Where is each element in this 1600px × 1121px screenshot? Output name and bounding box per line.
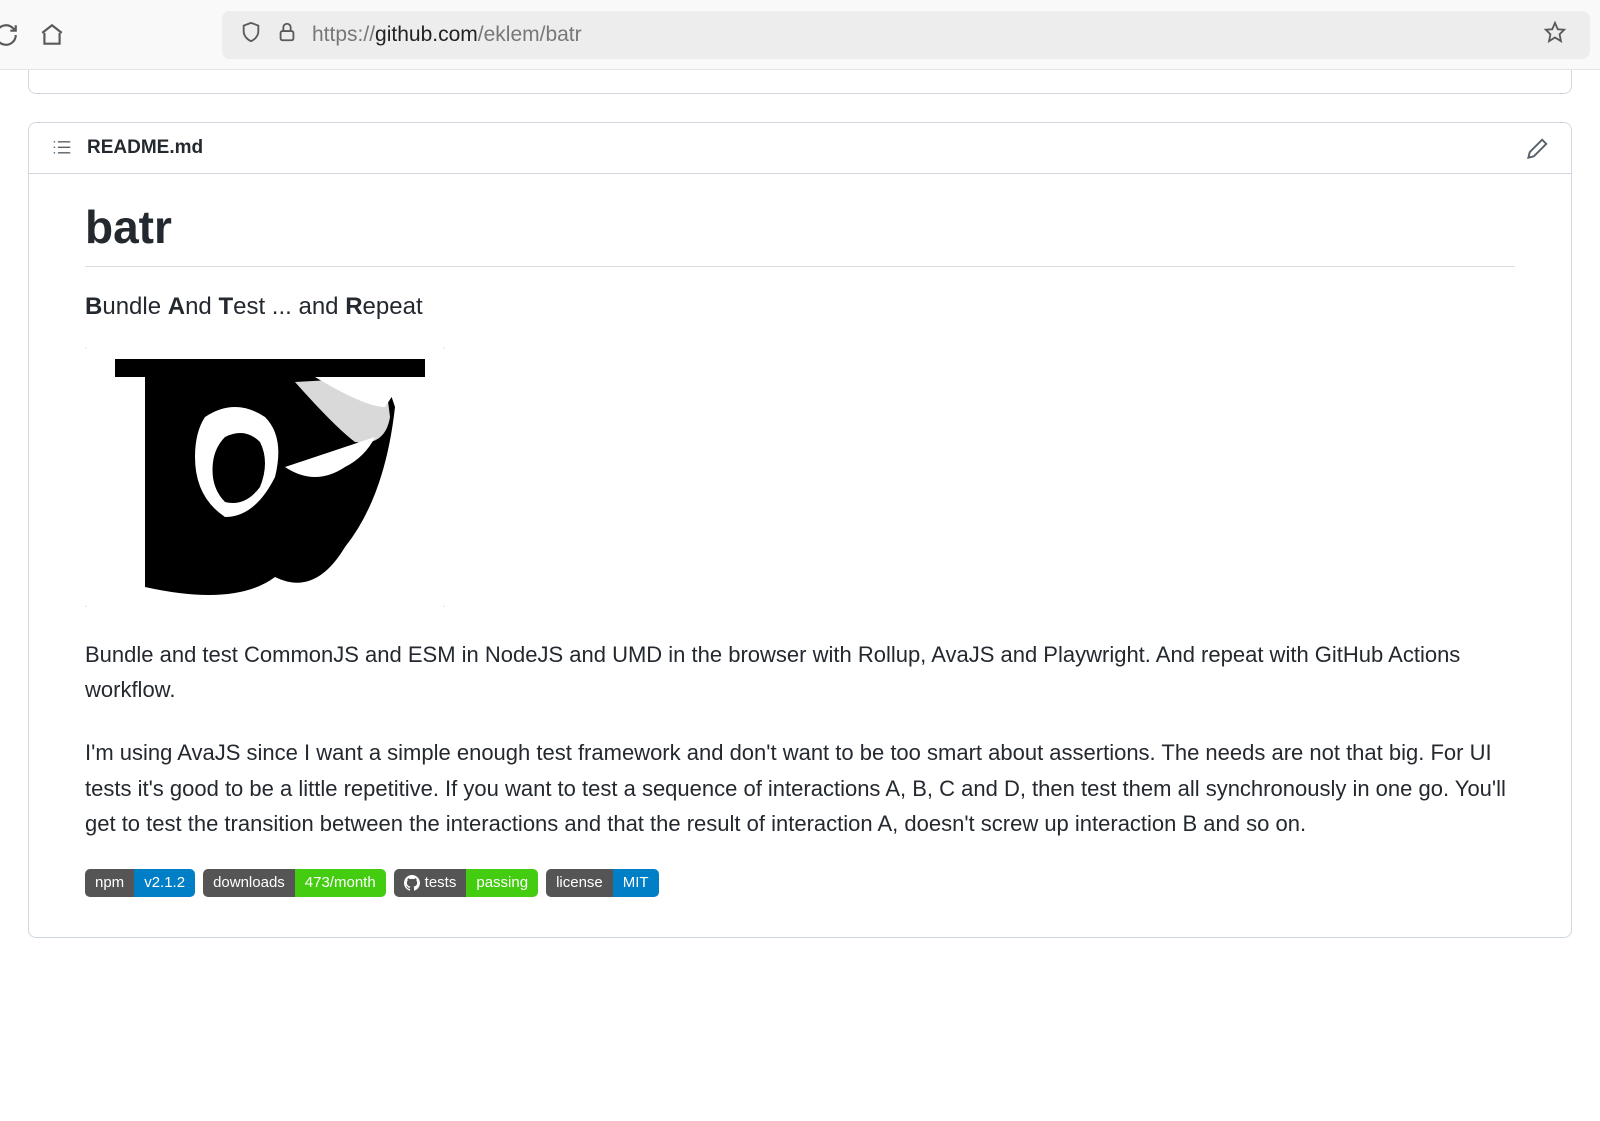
badge-npm[interactable]: npmv2.1.2 xyxy=(85,869,195,897)
badges-row: npmv2.1.2 downloads473/month testspassing l… xyxy=(85,869,1515,897)
toc-icon[interactable] xyxy=(51,137,73,159)
readme-filename[interactable]: README.md xyxy=(87,137,203,159)
badge-tests[interactable]: testspassing xyxy=(394,869,538,897)
file-list-partial xyxy=(28,70,1572,94)
badge-label: npm xyxy=(85,869,134,897)
readme-header: README.md xyxy=(29,123,1571,174)
shield-icon[interactable] xyxy=(240,21,262,48)
badge-license[interactable]: licenseMIT xyxy=(546,869,659,897)
badge-label: downloads xyxy=(203,869,295,897)
bookmark-star-icon[interactable] xyxy=(1544,21,1572,49)
badge-label: license xyxy=(546,869,613,897)
readme-title: batr xyxy=(85,200,1515,267)
readme-paragraph-1: Bundle and test CommonJS and ESM in Node… xyxy=(85,637,1515,707)
readme-paragraph-2: I'm using AvaJS since I want a simple en… xyxy=(85,735,1515,841)
home-button[interactable] xyxy=(36,19,68,51)
badge-value: passing xyxy=(466,869,538,897)
browser-toolbar: https://github.com/eklem/batr xyxy=(0,0,1600,70)
pencil-icon[interactable] xyxy=(1527,137,1549,159)
readme-subtitle: Bundle And Test ... and Repeat xyxy=(85,293,1515,321)
badge-label: tests xyxy=(394,869,467,897)
readme-body: batr Bundle And Test ... and Repeat Bund… xyxy=(29,174,1571,937)
url-bar[interactable]: https://github.com/eklem/batr xyxy=(222,11,1590,59)
github-icon xyxy=(404,875,420,891)
badge-downloads[interactable]: downloads473/month xyxy=(203,869,386,897)
lock-icon[interactable] xyxy=(276,21,298,48)
reload-button[interactable] xyxy=(0,19,22,51)
badge-value: 473/month xyxy=(295,869,386,897)
readme-box: README.md batr Bundle And Test ... and R… xyxy=(28,122,1572,938)
url-text: https://github.com/eklem/batr xyxy=(312,23,582,47)
badge-value: MIT xyxy=(613,869,659,897)
project-logo-image xyxy=(85,347,445,607)
badge-value: v2.1.2 xyxy=(134,869,195,897)
